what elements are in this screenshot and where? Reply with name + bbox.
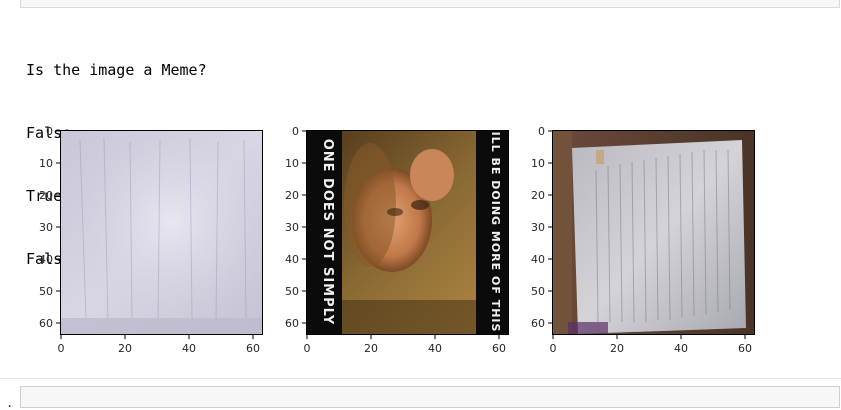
plot-2-ytick-label: 50: [285, 285, 299, 298]
plot-2-ytick-label: 60: [285, 317, 299, 330]
plot-2-xtick-label: 40: [428, 342, 442, 355]
meme-hand: [410, 149, 454, 201]
plot-3-ytick-label: 60: [531, 317, 545, 330]
previous-cell[interactable]: [20, 0, 840, 8]
plot-1-xtick-label: 40: [182, 342, 196, 355]
plot-2: ONE DOES NOT SIMPLY ILL BE DOING MORE OF…: [285, 125, 509, 355]
meme-eye: [387, 208, 403, 216]
meme-hair: [344, 143, 396, 267]
plot-3-ytick-label: 10: [531, 157, 545, 170]
image-figure: 0 10 20 30 40 50 60 0 20 40 60 ONE DOES …: [39, 125, 755, 355]
meme-left-caption: ONE DOES NOT SIMPLY: [320, 139, 335, 326]
cell-prompt: .: [6, 396, 14, 410]
plot-1-xtick-label: 20: [118, 342, 132, 355]
paper-page-left-shadow: [552, 130, 572, 335]
plot-1-ytick-label: 50: [39, 285, 53, 298]
plot-3-xtick-label: 20: [610, 342, 624, 355]
meme-eye: [411, 200, 429, 210]
paper-page-clip: [596, 150, 604, 164]
plot-1-ytick-label: 20: [39, 189, 53, 202]
plot-3-ytick-label: 20: [531, 189, 545, 202]
plot-2-xtick-label: 60: [492, 342, 506, 355]
plot-2-ytick-label: 30: [285, 221, 299, 234]
plot-2-xtick-label: 0: [304, 342, 311, 355]
plot-1-ytick-label: 40: [39, 253, 53, 266]
plot-3-ytick-label: 0: [538, 125, 545, 138]
plot-1-ytick-label: 60: [39, 317, 53, 330]
output-line-question: Is the image a Meme?: [26, 61, 207, 79]
plot-1-ytick-label: 30: [39, 221, 53, 234]
plot-3-ytick-label: 40: [531, 253, 545, 266]
plot-1-ytick-label: 0: [46, 125, 53, 138]
cell-separator: [0, 378, 841, 379]
plot-1: 0 10 20 30 40 50 60 0 20 40 60: [39, 125, 263, 355]
meme-shoulder: [342, 300, 476, 335]
paper-page-purple-object: [568, 322, 608, 334]
document-scan-glow: [60, 130, 263, 335]
plot-3-xtick-label: 40: [674, 342, 688, 355]
plot-1-xtick-label: 60: [246, 342, 260, 355]
plot-1-xtick-label: 0: [58, 342, 65, 355]
plot-2-ytick-label: 10: [285, 157, 299, 170]
plot-3-ytick-label: 30: [531, 221, 545, 234]
plot-3-ytick-label: 50: [531, 285, 545, 298]
plot-1-ytick-label: 10: [39, 157, 53, 170]
plot-2-ytick-label: 20: [285, 189, 299, 202]
plot-3-xtick-label: 0: [550, 342, 557, 355]
document-bottom-edge: [60, 318, 263, 335]
plot-2-ytick-label: 0: [292, 125, 299, 138]
plot-3-xtick-label: 60: [738, 342, 752, 355]
plot-2-xtick-label: 20: [364, 342, 378, 355]
plot-2-ytick-label: 40: [285, 253, 299, 266]
plot-3: 0 10 20 30 40 50 60 0 20 40 60: [531, 125, 755, 355]
meme-right-caption: ILL BE DOING MORE OF THIS: [489, 132, 502, 333]
